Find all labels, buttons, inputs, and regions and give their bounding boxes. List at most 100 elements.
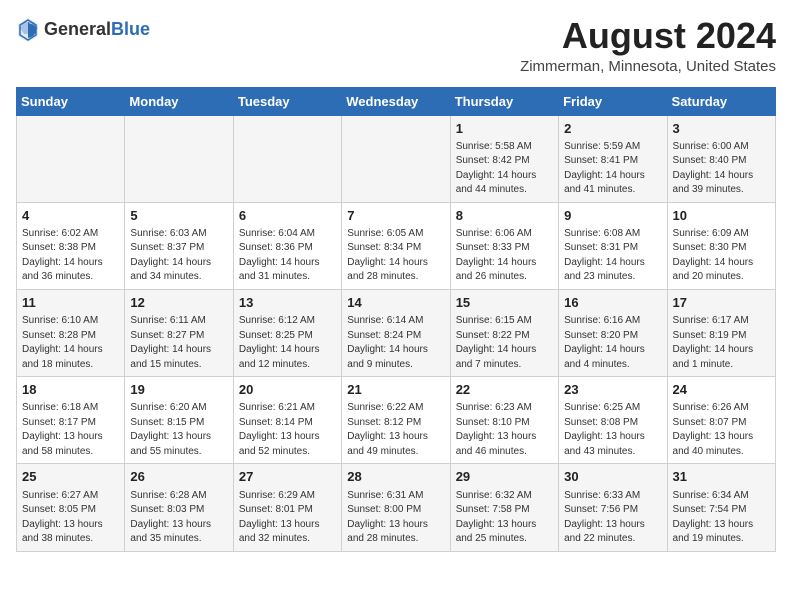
day-number: 29 (456, 468, 553, 486)
day-number: 14 (347, 294, 444, 312)
day-cell: 17Sunrise: 6:17 AM Sunset: 8:19 PM Dayli… (667, 289, 775, 376)
week-row-4: 18Sunrise: 6:18 AM Sunset: 8:17 PM Dayli… (17, 377, 776, 464)
day-number: 12 (130, 294, 227, 312)
day-cell: 6 Sunrise: 6:04 AM Sunset: 8:36 PM Daylig… (233, 202, 341, 289)
day-info: Sunrise: 6:25 AM Sunset: 8:08 PM Dayligh… (564, 401, 661, 459)
logo-icon (16, 16, 40, 44)
header-cell-thursday: Thursday (450, 87, 558, 115)
calendar-table: SundayMondayTuesdayWednesdayThursdayFrid… (16, 87, 776, 552)
day-info: Sunrise: 6:22 AM Sunset: 8:12 PM Dayligh… (347, 401, 444, 459)
day-info: Sunrise: 5:59 AM Sunset: 8:41 PM Dayligh… (564, 140, 661, 198)
day-info: Sunrise: 6:16 AM Sunset: 8:20 PM Dayligh… (564, 314, 661, 372)
day-number: 8 (456, 207, 553, 225)
week-row-2: 4 Sunrise: 6:02 AM Sunset: 8:38 PM Daylig… (17, 202, 776, 289)
logo-text-area: General Blue (44, 20, 150, 40)
day-cell: 15 Sunrise: 6:15 AM Sunset: 8:22 PM Dayli… (450, 289, 558, 376)
day-number: 22 (456, 381, 553, 399)
day-info: Sunrise: 6:32 AM Sunset: 7:58 PM Dayligh… (456, 489, 553, 547)
page-header: General Blue August 2024 Zimmerman, Minn… (16, 16, 776, 75)
day-number: 4 (22, 207, 119, 225)
day-cell: 1Sunrise: 5:58 AM Sunset: 8:42 PM Daylig… (450, 115, 558, 202)
day-number: 25 (22, 468, 119, 486)
day-cell: 27 Sunrise: 6:29 AM Sunset: 8:01 PM Dayli… (233, 464, 341, 551)
header-cell-wednesday: Wednesday (342, 87, 450, 115)
header-cell-monday: Monday (125, 87, 233, 115)
day-cell: 4 Sunrise: 6:02 AM Sunset: 8:38 PM Daylig… (17, 202, 125, 289)
day-number: 16 (564, 294, 661, 312)
day-cell (17, 115, 125, 202)
day-cell (233, 115, 341, 202)
day-cell: 19 Sunrise: 6:20 AM Sunset: 8:15 PM Dayli… (125, 377, 233, 464)
location-title: Zimmerman, Minnesota, United States (520, 58, 776, 75)
day-cell: 28 Sunrise: 6:31 AM Sunset: 8:00 PM Dayli… (342, 464, 450, 551)
day-cell: 13 Sunrise: 6:12 AM Sunset: 8:25 PM Dayli… (233, 289, 341, 376)
day-number: 15 (456, 294, 553, 312)
day-cell: 7Sunrise: 6:05 AM Sunset: 8:34 PM Daylig… (342, 202, 450, 289)
day-cell (125, 115, 233, 202)
week-row-5: 25 Sunrise: 6:27 AM Sunset: 8:05 PM Dayli… (17, 464, 776, 551)
day-cell: 31Sunrise: 6:34 AM Sunset: 7:54 PM Dayli… (667, 464, 775, 551)
day-number: 28 (347, 468, 444, 486)
day-cell: 23 Sunrise: 6:25 AM Sunset: 8:08 PM Dayli… (559, 377, 667, 464)
day-cell: 30 Sunrise: 6:33 AM Sunset: 7:56 PM Dayli… (559, 464, 667, 551)
day-info: Sunrise: 6:10 AM Sunset: 8:28 PM Dayligh… (22, 314, 119, 372)
header-cell-sunday: Sunday (17, 87, 125, 115)
day-number: 20 (239, 381, 336, 399)
logo: General Blue (16, 16, 150, 44)
week-row-3: 11 Sunrise: 6:10 AM Sunset: 8:28 PM Dayli… (17, 289, 776, 376)
day-number: 11 (22, 294, 119, 312)
day-info: Sunrise: 6:21 AM Sunset: 8:14 PM Dayligh… (239, 401, 336, 459)
day-number: 9 (564, 207, 661, 225)
day-cell: 9Sunrise: 6:08 AM Sunset: 8:31 PM Daylig… (559, 202, 667, 289)
day-cell: 3Sunrise: 6:00 AM Sunset: 8:40 PM Daylig… (667, 115, 775, 202)
day-info: Sunrise: 6:02 AM Sunset: 8:38 PM Dayligh… (22, 227, 119, 285)
day-cell: 5Sunrise: 6:03 AM Sunset: 8:37 PM Daylig… (125, 202, 233, 289)
day-info: Sunrise: 6:14 AM Sunset: 8:24 PM Dayligh… (347, 314, 444, 372)
header-cell-friday: Friday (559, 87, 667, 115)
logo-general: General (44, 20, 111, 40)
day-cell: 24 Sunrise: 6:26 AM Sunset: 8:07 PM Dayli… (667, 377, 775, 464)
day-cell: 8 Sunrise: 6:06 AM Sunset: 8:33 PM Daylig… (450, 202, 558, 289)
week-row-1: 1Sunrise: 5:58 AM Sunset: 8:42 PM Daylig… (17, 115, 776, 202)
day-number: 30 (564, 468, 661, 486)
day-number: 31 (673, 468, 770, 486)
day-cell: 29 Sunrise: 6:32 AM Sunset: 7:58 PM Dayli… (450, 464, 558, 551)
day-info: Sunrise: 6:03 AM Sunset: 8:37 PM Dayligh… (130, 227, 227, 285)
day-number: 13 (239, 294, 336, 312)
day-info: Sunrise: 6:26 AM Sunset: 8:07 PM Dayligh… (673, 401, 770, 459)
day-info: Sunrise: 6:27 AM Sunset: 8:05 PM Dayligh… (22, 489, 119, 547)
day-number: 10 (673, 207, 770, 225)
day-cell: 25 Sunrise: 6:27 AM Sunset: 8:05 PM Dayli… (17, 464, 125, 551)
day-cell: 22 Sunrise: 6:23 AM Sunset: 8:10 PM Dayli… (450, 377, 558, 464)
day-info: Sunrise: 6:29 AM Sunset: 8:01 PM Dayligh… (239, 489, 336, 547)
day-number: 24 (673, 381, 770, 399)
day-info: Sunrise: 6:33 AM Sunset: 7:56 PM Dayligh… (564, 489, 661, 547)
header-cell-tuesday: Tuesday (233, 87, 341, 115)
day-info: Sunrise: 6:12 AM Sunset: 8:25 PM Dayligh… (239, 314, 336, 372)
day-info: Sunrise: 6:31 AM Sunset: 8:00 PM Dayligh… (347, 489, 444, 547)
day-cell: 10Sunrise: 6:09 AM Sunset: 8:30 PM Dayli… (667, 202, 775, 289)
day-info: Sunrise: 6:04 AM Sunset: 8:36 PM Dayligh… (239, 227, 336, 285)
day-info: Sunrise: 6:06 AM Sunset: 8:33 PM Dayligh… (456, 227, 553, 285)
day-cell: 12 Sunrise: 6:11 AM Sunset: 8:27 PM Dayli… (125, 289, 233, 376)
day-number: 23 (564, 381, 661, 399)
day-info: Sunrise: 6:18 AM Sunset: 8:17 PM Dayligh… (22, 401, 119, 459)
day-info: Sunrise: 6:23 AM Sunset: 8:10 PM Dayligh… (456, 401, 553, 459)
day-number: 27 (239, 468, 336, 486)
title-area: August 2024 Zimmerman, Minnesota, United… (520, 16, 776, 75)
day-cell: 26Sunrise: 6:28 AM Sunset: 8:03 PM Dayli… (125, 464, 233, 551)
day-info: Sunrise: 6:05 AM Sunset: 8:34 PM Dayligh… (347, 227, 444, 285)
day-number: 19 (130, 381, 227, 399)
month-title: August 2024 (520, 16, 776, 56)
day-number: 6 (239, 207, 336, 225)
day-info: Sunrise: 6:11 AM Sunset: 8:27 PM Dayligh… (130, 314, 227, 372)
day-cell: 20 Sunrise: 6:21 AM Sunset: 8:14 PM Dayli… (233, 377, 341, 464)
header-cell-saturday: Saturday (667, 87, 775, 115)
day-cell: 14 Sunrise: 6:14 AM Sunset: 8:24 PM Dayli… (342, 289, 450, 376)
day-cell: 16 Sunrise: 6:16 AM Sunset: 8:20 PM Dayli… (559, 289, 667, 376)
day-number: 21 (347, 381, 444, 399)
day-number: 17 (673, 294, 770, 312)
day-info: Sunrise: 6:20 AM Sunset: 8:15 PM Dayligh… (130, 401, 227, 459)
day-info: Sunrise: 6:15 AM Sunset: 8:22 PM Dayligh… (456, 314, 553, 372)
header-row: SundayMondayTuesdayWednesdayThursdayFrid… (17, 87, 776, 115)
